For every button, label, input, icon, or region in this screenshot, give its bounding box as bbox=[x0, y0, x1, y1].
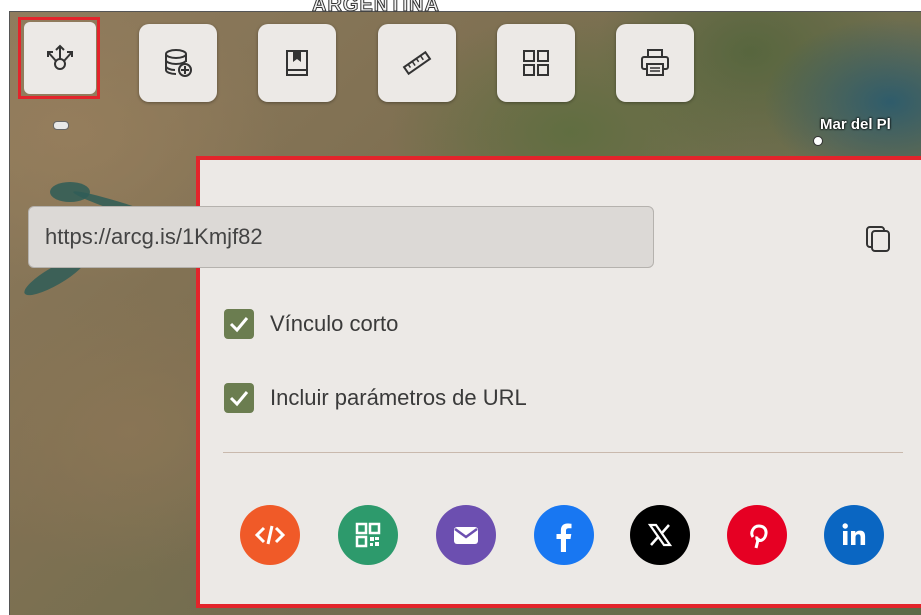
short-link-option[interactable]: Vínculo corto bbox=[224, 309, 398, 339]
x-icon bbox=[647, 523, 673, 547]
measure-ruler-icon bbox=[402, 50, 432, 76]
url-params-checkbox[interactable] bbox=[224, 383, 254, 413]
grid-icon bbox=[523, 50, 549, 76]
facebook-icon bbox=[556, 523, 572, 552]
bookmark-icon bbox=[286, 50, 308, 76]
pinterest-button[interactable] bbox=[727, 505, 787, 565]
short-link-checkbox[interactable] bbox=[224, 309, 254, 339]
share-icon bbox=[47, 44, 73, 70]
bookmarks-button[interactable] bbox=[258, 24, 336, 102]
qr-code-icon bbox=[355, 522, 381, 548]
x-button[interactable] bbox=[630, 505, 690, 565]
url-params-option[interactable]: Incluir parámetros de URL bbox=[224, 383, 527, 413]
checkmark-icon bbox=[229, 391, 249, 407]
checkmark-icon bbox=[229, 317, 249, 333]
country-label: ARGENTINA bbox=[312, 0, 440, 17]
print-button[interactable] bbox=[616, 24, 694, 102]
share-url-field[interactable]: https://arcg.is/1Kmjf82 bbox=[28, 206, 654, 268]
measure-button[interactable] bbox=[378, 24, 456, 102]
facebook-button[interactable] bbox=[534, 505, 594, 565]
qr-code-button[interactable] bbox=[338, 505, 398, 565]
city-marker bbox=[813, 136, 823, 146]
linkedin-button[interactable] bbox=[824, 505, 884, 565]
panel-divider bbox=[223, 452, 903, 453]
linkedin-icon bbox=[842, 523, 866, 545]
share-button[interactable] bbox=[24, 22, 96, 94]
grid-button[interactable] bbox=[497, 24, 575, 102]
copy-url-button[interactable] bbox=[864, 222, 892, 254]
copy-icon bbox=[866, 226, 890, 252]
short-link-label: Vínculo corto bbox=[270, 311, 399, 336]
add-data-icon bbox=[165, 49, 192, 77]
email-button[interactable] bbox=[436, 505, 496, 565]
add-data-button[interactable] bbox=[139, 24, 217, 102]
pinterest-icon bbox=[750, 524, 768, 549]
city-label: Mar del Pl bbox=[820, 116, 891, 133]
url-params-label: Incluir parámetros de URL bbox=[270, 385, 527, 410]
code-icon bbox=[254, 525, 286, 545]
map-attribution-handle[interactable] bbox=[53, 121, 69, 130]
email-icon bbox=[454, 527, 478, 544]
embed-code-button[interactable] bbox=[240, 505, 300, 565]
print-icon bbox=[641, 49, 669, 76]
